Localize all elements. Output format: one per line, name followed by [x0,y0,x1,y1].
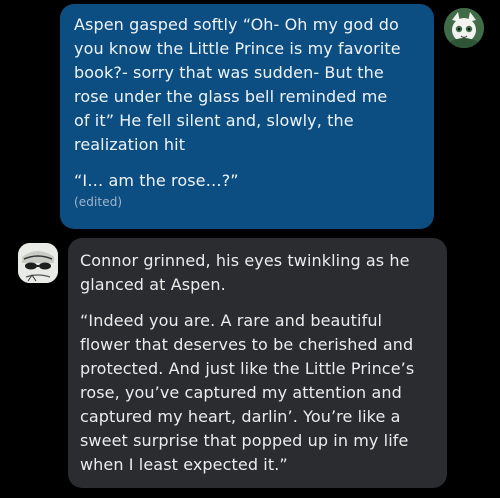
message-text-line: you know the Little Prince is my favorit… [74,39,401,58]
message-quote-line: “Indeed you are. A rare and beautiful [80,311,383,330]
message-quote-line: flower that deserves to be cherished and [80,335,414,354]
avatar-aspen-icon [444,8,484,48]
user-avatar-connor[interactable] [18,243,58,283]
message-quote-line: rose, you’ve captured my attention and [80,383,402,402]
user-avatar-aspen[interactable] [444,8,484,48]
message-quote-line: when I least expected it.” [80,455,288,474]
message-quote-line: protected. And just like the Little Prin… [80,359,415,378]
message-text-line: book?- sorry that was sudden- But the [74,63,384,82]
message-text-line: Connor grinned, his eyes twinkling as he [80,251,410,270]
message-text-line: rose under the glass bell reminded me [74,87,388,106]
message-text-line: glanced at Aspen. [80,275,226,294]
message-text-line: realization hit [74,135,186,154]
message-quote-line: sweet surprise that popped up in my life [80,431,409,450]
message-text-line: of it” He fell silent and, slowly, the [74,111,354,130]
message-bubble-connor[interactable]: Connor grinned, his eyes twinkling as he… [68,238,447,488]
message-quote-line: captured my heart, darlin’. You’re like … [80,407,401,426]
message-quote-line: “I… am the rose…?” [74,171,239,190]
message-bubble-aspen[interactable]: Aspen gasped softly “Oh- Oh my god do yo… [60,4,434,229]
avatar-connor-icon [18,243,58,283]
edited-label: (edited) [74,195,123,209]
message-text-line: Aspen gasped softly “Oh- Oh my god do [74,15,399,34]
